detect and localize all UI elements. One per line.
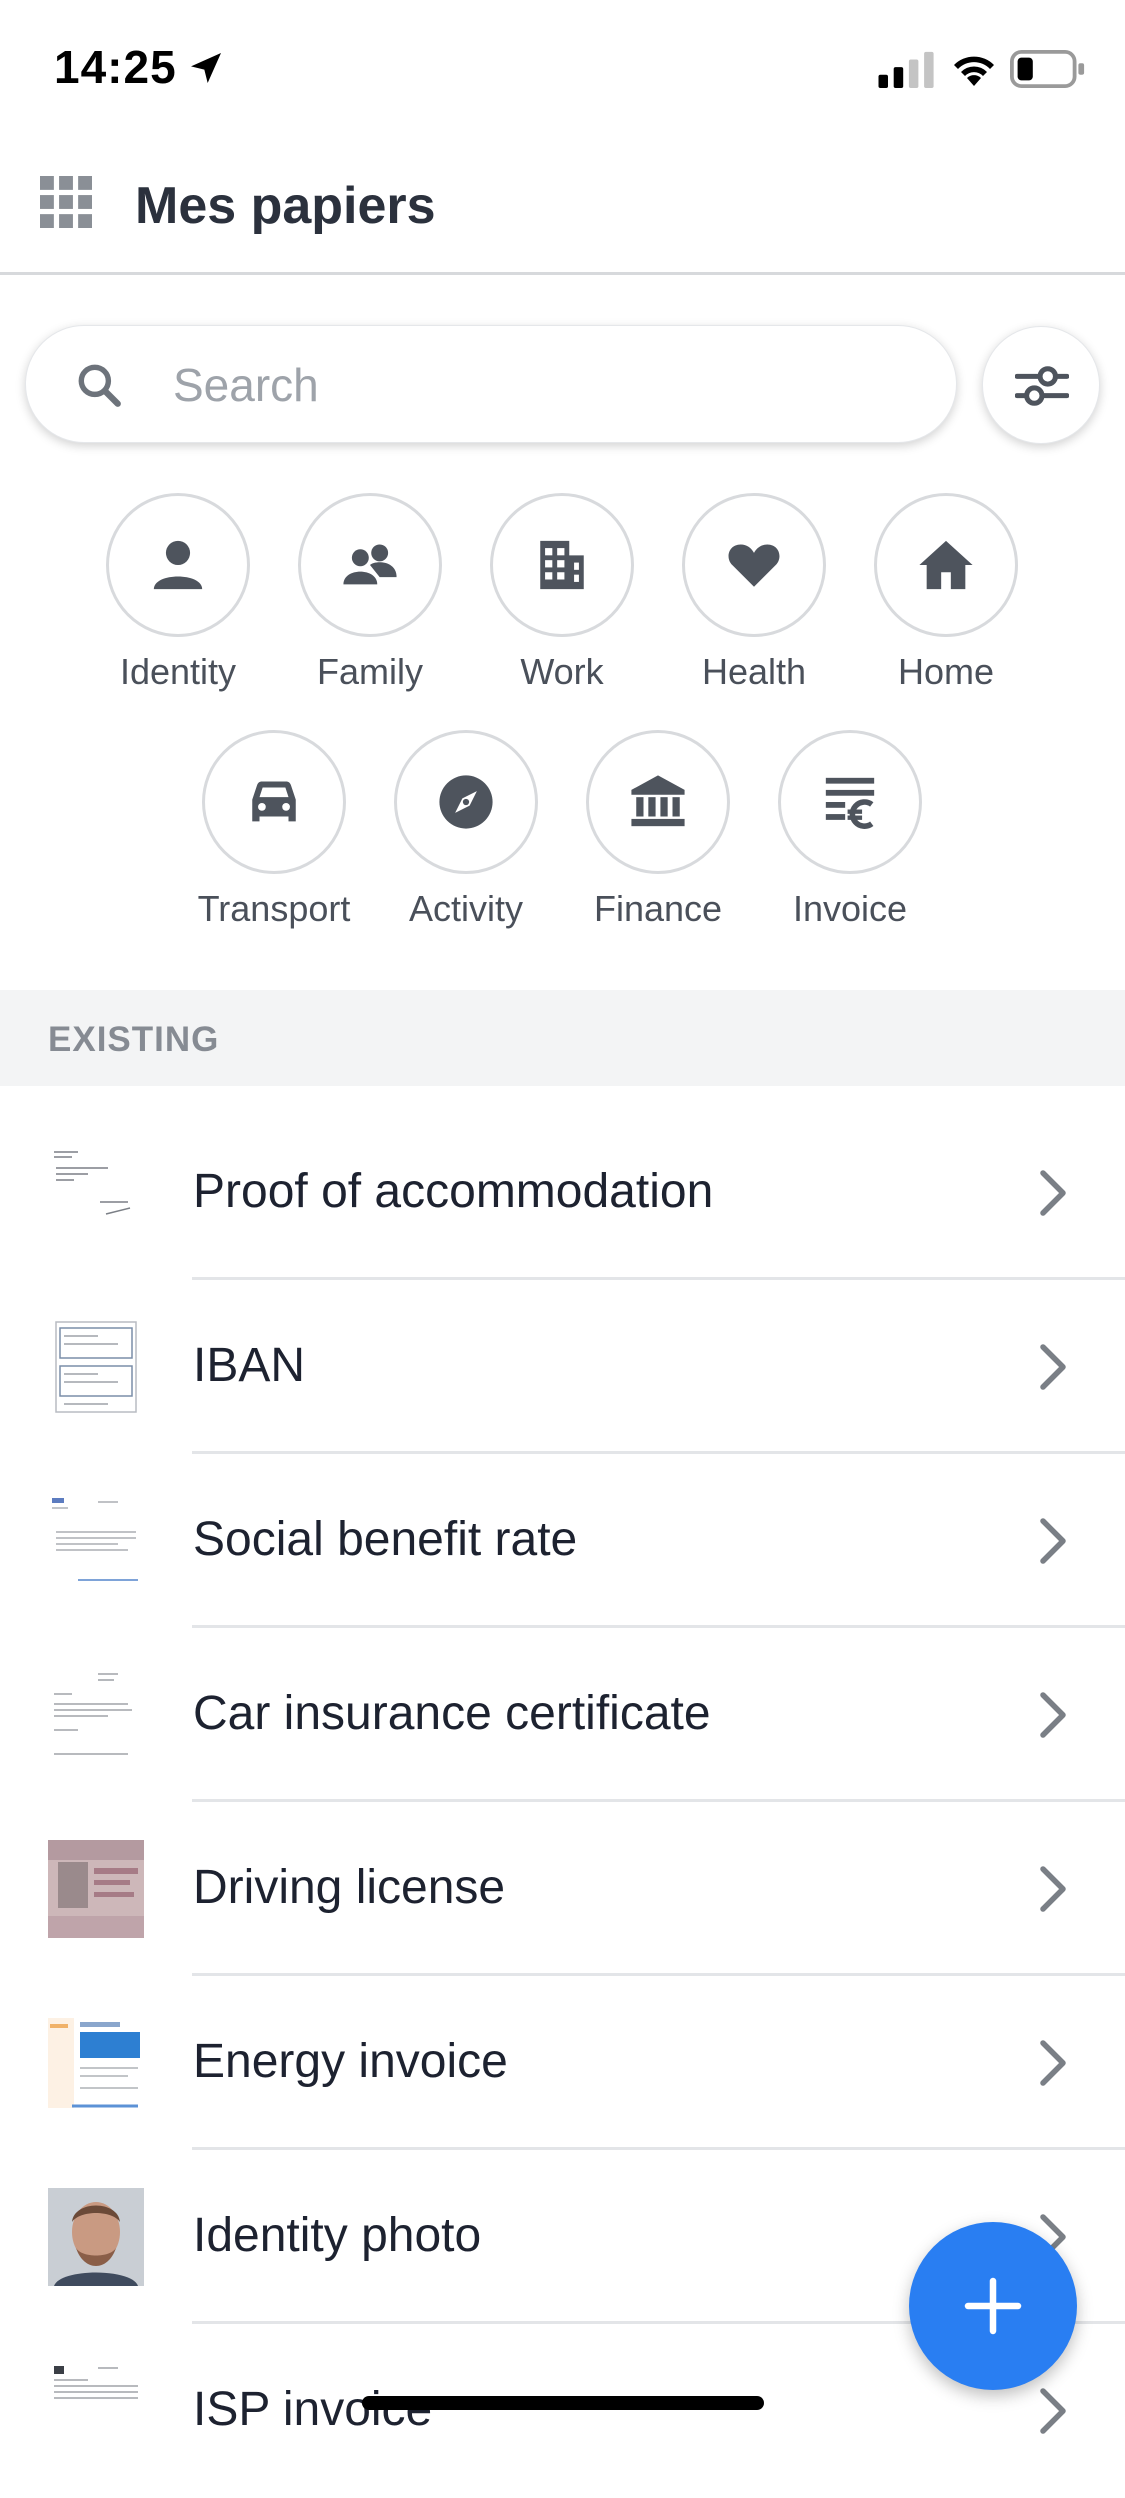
category-label: Finance: [593, 888, 723, 929]
app-header: Mes papiers: [0, 140, 1125, 275]
list-item[interactable]: Proof of accommodation: [0, 1106, 1125, 1280]
category-label: Identity: [119, 651, 237, 692]
category-home[interactable]: Home: [856, 493, 1036, 703]
category-button[interactable]: [778, 730, 922, 874]
document-label: Social benefit rate: [193, 1513, 578, 1566]
category-label: Health: [701, 651, 807, 692]
family-icon: [343, 544, 397, 585]
document-label: Identity photo: [193, 2209, 482, 2262]
category-activity[interactable]: Activity: [376, 730, 556, 940]
section-header: EXISTING: [0, 990, 1125, 1086]
search-input[interactable]: [171, 346, 931, 424]
chevron-right-icon: [1040, 1518, 1066, 1564]
category-button[interactable]: [874, 493, 1018, 637]
document-label: Car insurance certificate: [193, 1687, 711, 1740]
chevron-right-icon: [1040, 1866, 1066, 1912]
house-icon: [919, 540, 973, 590]
category-health[interactable]: Health: [664, 493, 844, 703]
category-label: Work: [520, 651, 604, 692]
category-button[interactable]: [394, 730, 538, 874]
bank-icon: [631, 775, 685, 827]
plus-icon: [964, 2277, 1022, 2335]
chevron-right-icon: [1040, 1344, 1066, 1390]
category-button[interactable]: [298, 493, 442, 637]
chevron-right-icon: [1040, 2040, 1066, 2086]
chevron-right-icon: [1040, 2388, 1066, 2434]
home-indicator[interactable]: [362, 2396, 764, 2410]
list-item[interactable]: Driving license: [0, 1802, 1125, 1976]
status-bar: 14:25: [0, 0, 1125, 140]
category-button[interactable]: [490, 493, 634, 637]
document-thumbnail: [48, 2362, 144, 2460]
category-family[interactable]: Family: [280, 493, 460, 703]
category-label: Home: [897, 651, 995, 692]
category-label: Activity: [408, 888, 523, 929]
list-item[interactable]: IBAN: [0, 1280, 1125, 1454]
person-icon: [153, 540, 203, 590]
list-item[interactable]: Social benefit rate: [0, 1454, 1125, 1628]
compass-icon: [439, 775, 493, 829]
car-icon: [252, 781, 296, 822]
search-bar[interactable]: [25, 325, 957, 443]
add-document-button[interactable]: [909, 2222, 1077, 2390]
document-thumbnail: [48, 1666, 144, 1764]
search-icon: [78, 364, 121, 407]
category-invoice[interactable]: Invoice: [760, 730, 940, 940]
category-button[interactable]: [682, 493, 826, 637]
list-item[interactable]: Energy invoice: [0, 1976, 1125, 2150]
location-arrow-icon: [191, 53, 221, 83]
sliders-icon: [1015, 366, 1069, 406]
document-thumbnail: [48, 1318, 144, 1416]
document-label: Driving license: [193, 1861, 506, 1914]
signal-icon: [878, 51, 934, 88]
chevron-right-icon: [1040, 1170, 1066, 1216]
building-icon: [540, 540, 584, 590]
category-identity[interactable]: Identity: [88, 493, 268, 703]
battery-icon: [1010, 50, 1085, 88]
document-thumbnail: [48, 1840, 144, 1938]
document-label: IBAN: [193, 1339, 306, 1392]
list-item[interactable]: Car insurance certificate: [0, 1628, 1125, 1802]
category-button[interactable]: [106, 493, 250, 637]
chevron-right-icon: [1040, 1692, 1066, 1738]
heart-icon: [728, 544, 780, 587]
wifi-icon: [954, 56, 994, 86]
category-work[interactable]: Work: [472, 493, 652, 703]
section-title: EXISTING: [48, 1020, 220, 1059]
document-thumbnail: [48, 2188, 144, 2286]
category-finance[interactable]: Finance: [568, 730, 748, 940]
document-label: Proof of accommodation: [193, 1165, 714, 1218]
page-title: Mes papiers: [135, 177, 436, 235]
filter-button[interactable]: [982, 326, 1100, 444]
category-transport[interactable]: Transport: [184, 730, 364, 940]
apps-grid-icon[interactable]: [40, 176, 92, 228]
category-button[interactable]: [202, 730, 346, 874]
document-thumbnail: [48, 1492, 144, 1590]
document-thumbnail: [48, 2014, 144, 2112]
document-label: Energy invoice: [193, 2035, 508, 2088]
status-time: 14:25: [54, 41, 177, 93]
category-label: Transport: [197, 888, 351, 929]
invoice-euro-icon: [825, 777, 875, 829]
category-label: Family: [317, 651, 423, 692]
category-label: Invoice: [792, 888, 908, 929]
category-button[interactable]: [586, 730, 730, 874]
document-thumbnail: [48, 1144, 144, 1242]
